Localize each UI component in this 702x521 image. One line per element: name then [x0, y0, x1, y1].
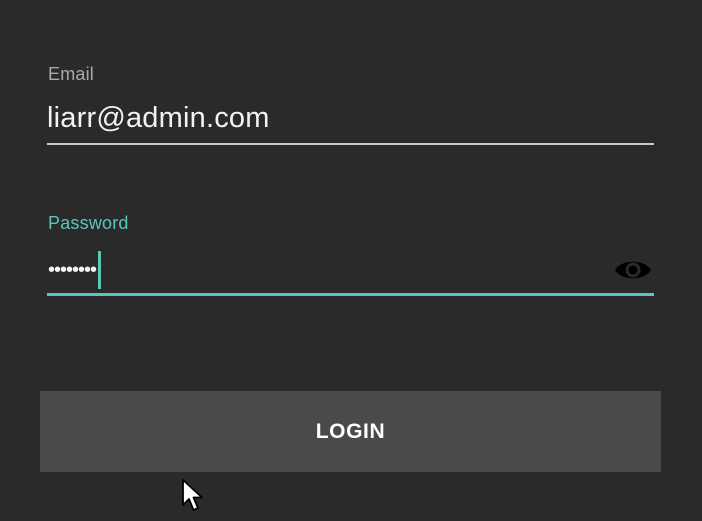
email-label: Email [48, 64, 95, 84]
password-field[interactable]: •••••••• [48, 251, 102, 289]
login-button[interactable]: LOGIN [40, 391, 661, 472]
password-label: Password [48, 213, 129, 233]
mouse-pointer-icon [182, 479, 203, 511]
text-caret [98, 251, 102, 289]
email-field[interactable]: liarr@admin.com [47, 102, 270, 135]
login-screen: Email liarr@admin.com Password •••••••• … [0, 0, 702, 521]
eye-icon [615, 261, 651, 279]
password-underline [47, 293, 654, 296]
toggle-password-visibility-button[interactable] [613, 254, 653, 286]
email-underline [47, 143, 654, 145]
password-masked-text: •••••••• [48, 258, 97, 281]
